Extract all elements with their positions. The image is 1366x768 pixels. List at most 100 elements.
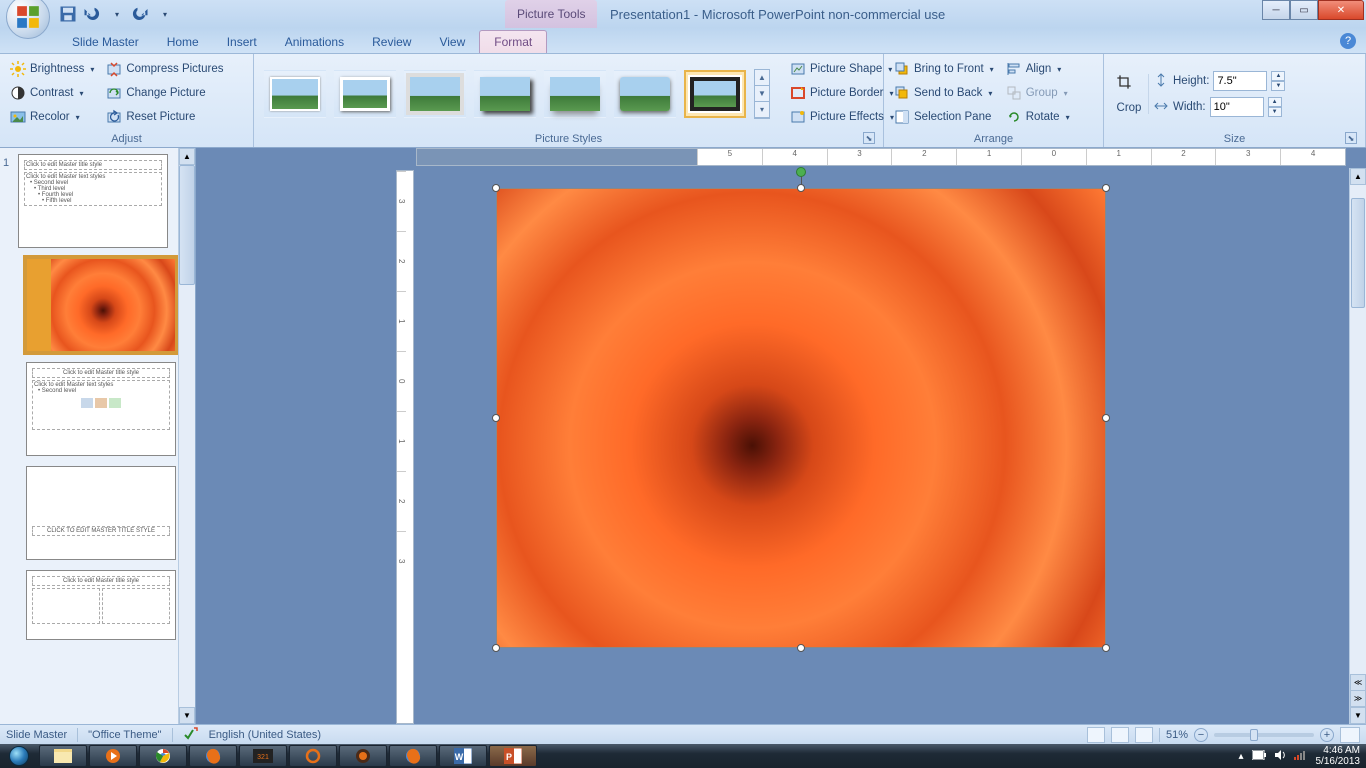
qat-customize-dropdown[interactable] xyxy=(154,4,174,24)
zoom-level[interactable]: 51% xyxy=(1166,729,1188,741)
gallery-scroll-down[interactable]: ▼ xyxy=(755,86,769,102)
style-preset-4[interactable] xyxy=(474,70,536,118)
resize-handle-se[interactable] xyxy=(1102,644,1110,652)
spellcheck-icon[interactable] xyxy=(183,725,199,744)
tray-volume-icon[interactable] xyxy=(1274,749,1286,764)
gallery-scroll-up[interactable]: ▲ xyxy=(755,70,769,86)
resize-handle-e[interactable] xyxy=(1102,414,1110,422)
taskbar-app-2[interactable] xyxy=(339,745,387,767)
taskbar-chrome[interactable] xyxy=(139,745,187,767)
style-preset-3[interactable] xyxy=(404,70,466,118)
rotation-handle[interactable] xyxy=(796,167,806,177)
picture-border-button[interactable]: Picture Border xyxy=(786,83,898,103)
tray-show-hidden[interactable]: ▴ xyxy=(1238,751,1243,762)
fit-to-window-button[interactable] xyxy=(1340,727,1360,743)
tray-battery-icon[interactable] xyxy=(1252,750,1266,763)
picture-effects-button[interactable]: Picture Effects xyxy=(786,107,898,127)
taskbar-mpc[interactable]: 321 xyxy=(239,745,287,767)
tab-review[interactable]: Review xyxy=(358,31,425,53)
tray-clock[interactable]: 4:46 AM 5/16/2013 xyxy=(1316,745,1361,767)
style-preset-1[interactable] xyxy=(264,70,326,118)
vscroll-up[interactable]: ▲ xyxy=(1350,168,1366,185)
tray-network-icon[interactable] xyxy=(1294,750,1308,763)
reset-picture-button[interactable]: Reset Picture xyxy=(102,107,227,127)
normal-view-button[interactable] xyxy=(1087,727,1105,743)
zoom-out-button[interactable]: − xyxy=(1194,728,1208,742)
layout-thumb-3[interactable]: Click to edit Master title style Click t… xyxy=(26,362,176,456)
align-button[interactable]: Align xyxy=(1002,59,1074,79)
prev-slide-button[interactable]: ≪ xyxy=(1350,674,1366,691)
resize-handle-sw[interactable] xyxy=(492,644,500,652)
thumbs-scroll-handle[interactable] xyxy=(179,165,195,285)
resize-handle-nw[interactable] xyxy=(492,184,500,192)
selection-pane-button[interactable]: Selection Pane xyxy=(890,107,998,127)
selected-picture[interactable] xyxy=(496,188,1106,648)
sorter-view-button[interactable] xyxy=(1111,727,1129,743)
layout-thumb-5[interactable]: Click to edit Master title style xyxy=(26,570,176,640)
style-preset-7[interactable] xyxy=(684,70,746,118)
crop-button[interactable]: Crop xyxy=(1117,102,1142,114)
undo-dropdown[interactable] xyxy=(106,4,126,24)
thumbs-scrollbar[interactable]: ▲ ▼ xyxy=(178,148,195,724)
brightness-button[interactable]: Brightness xyxy=(6,59,98,79)
taskbar-mediaplayer[interactable] xyxy=(89,745,137,767)
layout-thumb-4[interactable]: CLICK TO EDIT MASTER TITLE STYLE xyxy=(26,466,176,560)
resize-handle-ne[interactable] xyxy=(1102,184,1110,192)
tab-format[interactable]: Format xyxy=(479,30,547,53)
compress-pictures-button[interactable]: Compress Pictures xyxy=(102,59,227,79)
maximize-button[interactable]: ▭ xyxy=(1290,0,1318,20)
close-button[interactable]: ✕ xyxy=(1318,0,1364,20)
slideshow-view-button[interactable] xyxy=(1135,727,1153,743)
zoom-slider-handle[interactable] xyxy=(1250,729,1258,741)
taskbar-powerpoint[interactable]: P xyxy=(489,745,537,767)
save-button[interactable] xyxy=(58,4,78,24)
resize-handle-w[interactable] xyxy=(492,414,500,422)
start-button[interactable] xyxy=(0,744,38,768)
style-preset-5[interactable] xyxy=(544,70,606,118)
picture-shape-button[interactable]: Picture Shape xyxy=(786,59,898,79)
tab-insert[interactable]: Insert xyxy=(213,31,271,53)
change-picture-button[interactable]: Change Picture xyxy=(102,83,227,103)
status-language[interactable]: English (United States) xyxy=(209,729,322,741)
vscroll-down[interactable]: ▼ xyxy=(1350,707,1366,724)
redo-button[interactable] xyxy=(130,4,150,24)
bring-to-front-button[interactable]: Bring to Front xyxy=(890,59,998,79)
next-slide-button[interactable]: ≫ xyxy=(1350,690,1366,707)
help-icon[interactable]: ? xyxy=(1340,33,1356,49)
width-input[interactable] xyxy=(1210,97,1264,117)
tab-view[interactable]: View xyxy=(425,31,479,53)
thumbs-scroll-down[interactable]: ▼ xyxy=(179,707,195,724)
tab-animations[interactable]: Animations xyxy=(271,31,358,53)
minimize-button[interactable]: ─ xyxy=(1262,0,1290,20)
taskbar-explorer[interactable] xyxy=(39,745,87,767)
zoom-in-button[interactable]: + xyxy=(1320,728,1334,742)
vscroll-handle[interactable] xyxy=(1351,198,1365,308)
thumbs-scroll-up[interactable]: ▲ xyxy=(179,148,195,165)
tab-slide-master[interactable]: Slide Master xyxy=(58,31,153,53)
layout-thumb-1[interactable]: 1 Click to edit Master title style Click… xyxy=(18,154,168,248)
contrast-button[interactable]: Contrast xyxy=(6,83,98,103)
taskbar-app-1[interactable] xyxy=(289,745,337,767)
height-input[interactable] xyxy=(1213,71,1267,91)
group-button[interactable]: Group xyxy=(1002,83,1074,103)
undo-button[interactable] xyxy=(82,4,102,24)
vertical-scrollbar[interactable]: ▲ ≪ ≫ ▼ xyxy=(1349,168,1366,724)
style-preset-2[interactable] xyxy=(334,70,396,118)
size-dialog-launcher[interactable]: ⬊ xyxy=(1345,132,1357,144)
taskbar-firefox-1[interactable] xyxy=(189,745,237,767)
height-spinner[interactable]: ▲▼ xyxy=(1271,71,1285,91)
gallery-more-button[interactable]: ▾ xyxy=(755,102,769,118)
layout-thumb-2[interactable] xyxy=(26,258,176,352)
taskbar-firefox-2[interactable] xyxy=(389,745,437,767)
send-to-back-button[interactable]: Send to Back xyxy=(890,83,998,103)
picture-styles-dialog-launcher[interactable]: ⬊ xyxy=(863,132,875,144)
resize-handle-n[interactable] xyxy=(797,184,805,192)
taskbar-word[interactable]: W xyxy=(439,745,487,767)
tab-home[interactable]: Home xyxy=(153,31,213,53)
zoom-slider[interactable] xyxy=(1214,733,1314,737)
width-spinner[interactable]: ▲▼ xyxy=(1268,97,1282,117)
rotate-button[interactable]: Rotate xyxy=(1002,107,1074,127)
resize-handle-s[interactable] xyxy=(797,644,805,652)
style-preset-6[interactable] xyxy=(614,70,676,118)
recolor-button[interactable]: Recolor xyxy=(6,107,98,127)
